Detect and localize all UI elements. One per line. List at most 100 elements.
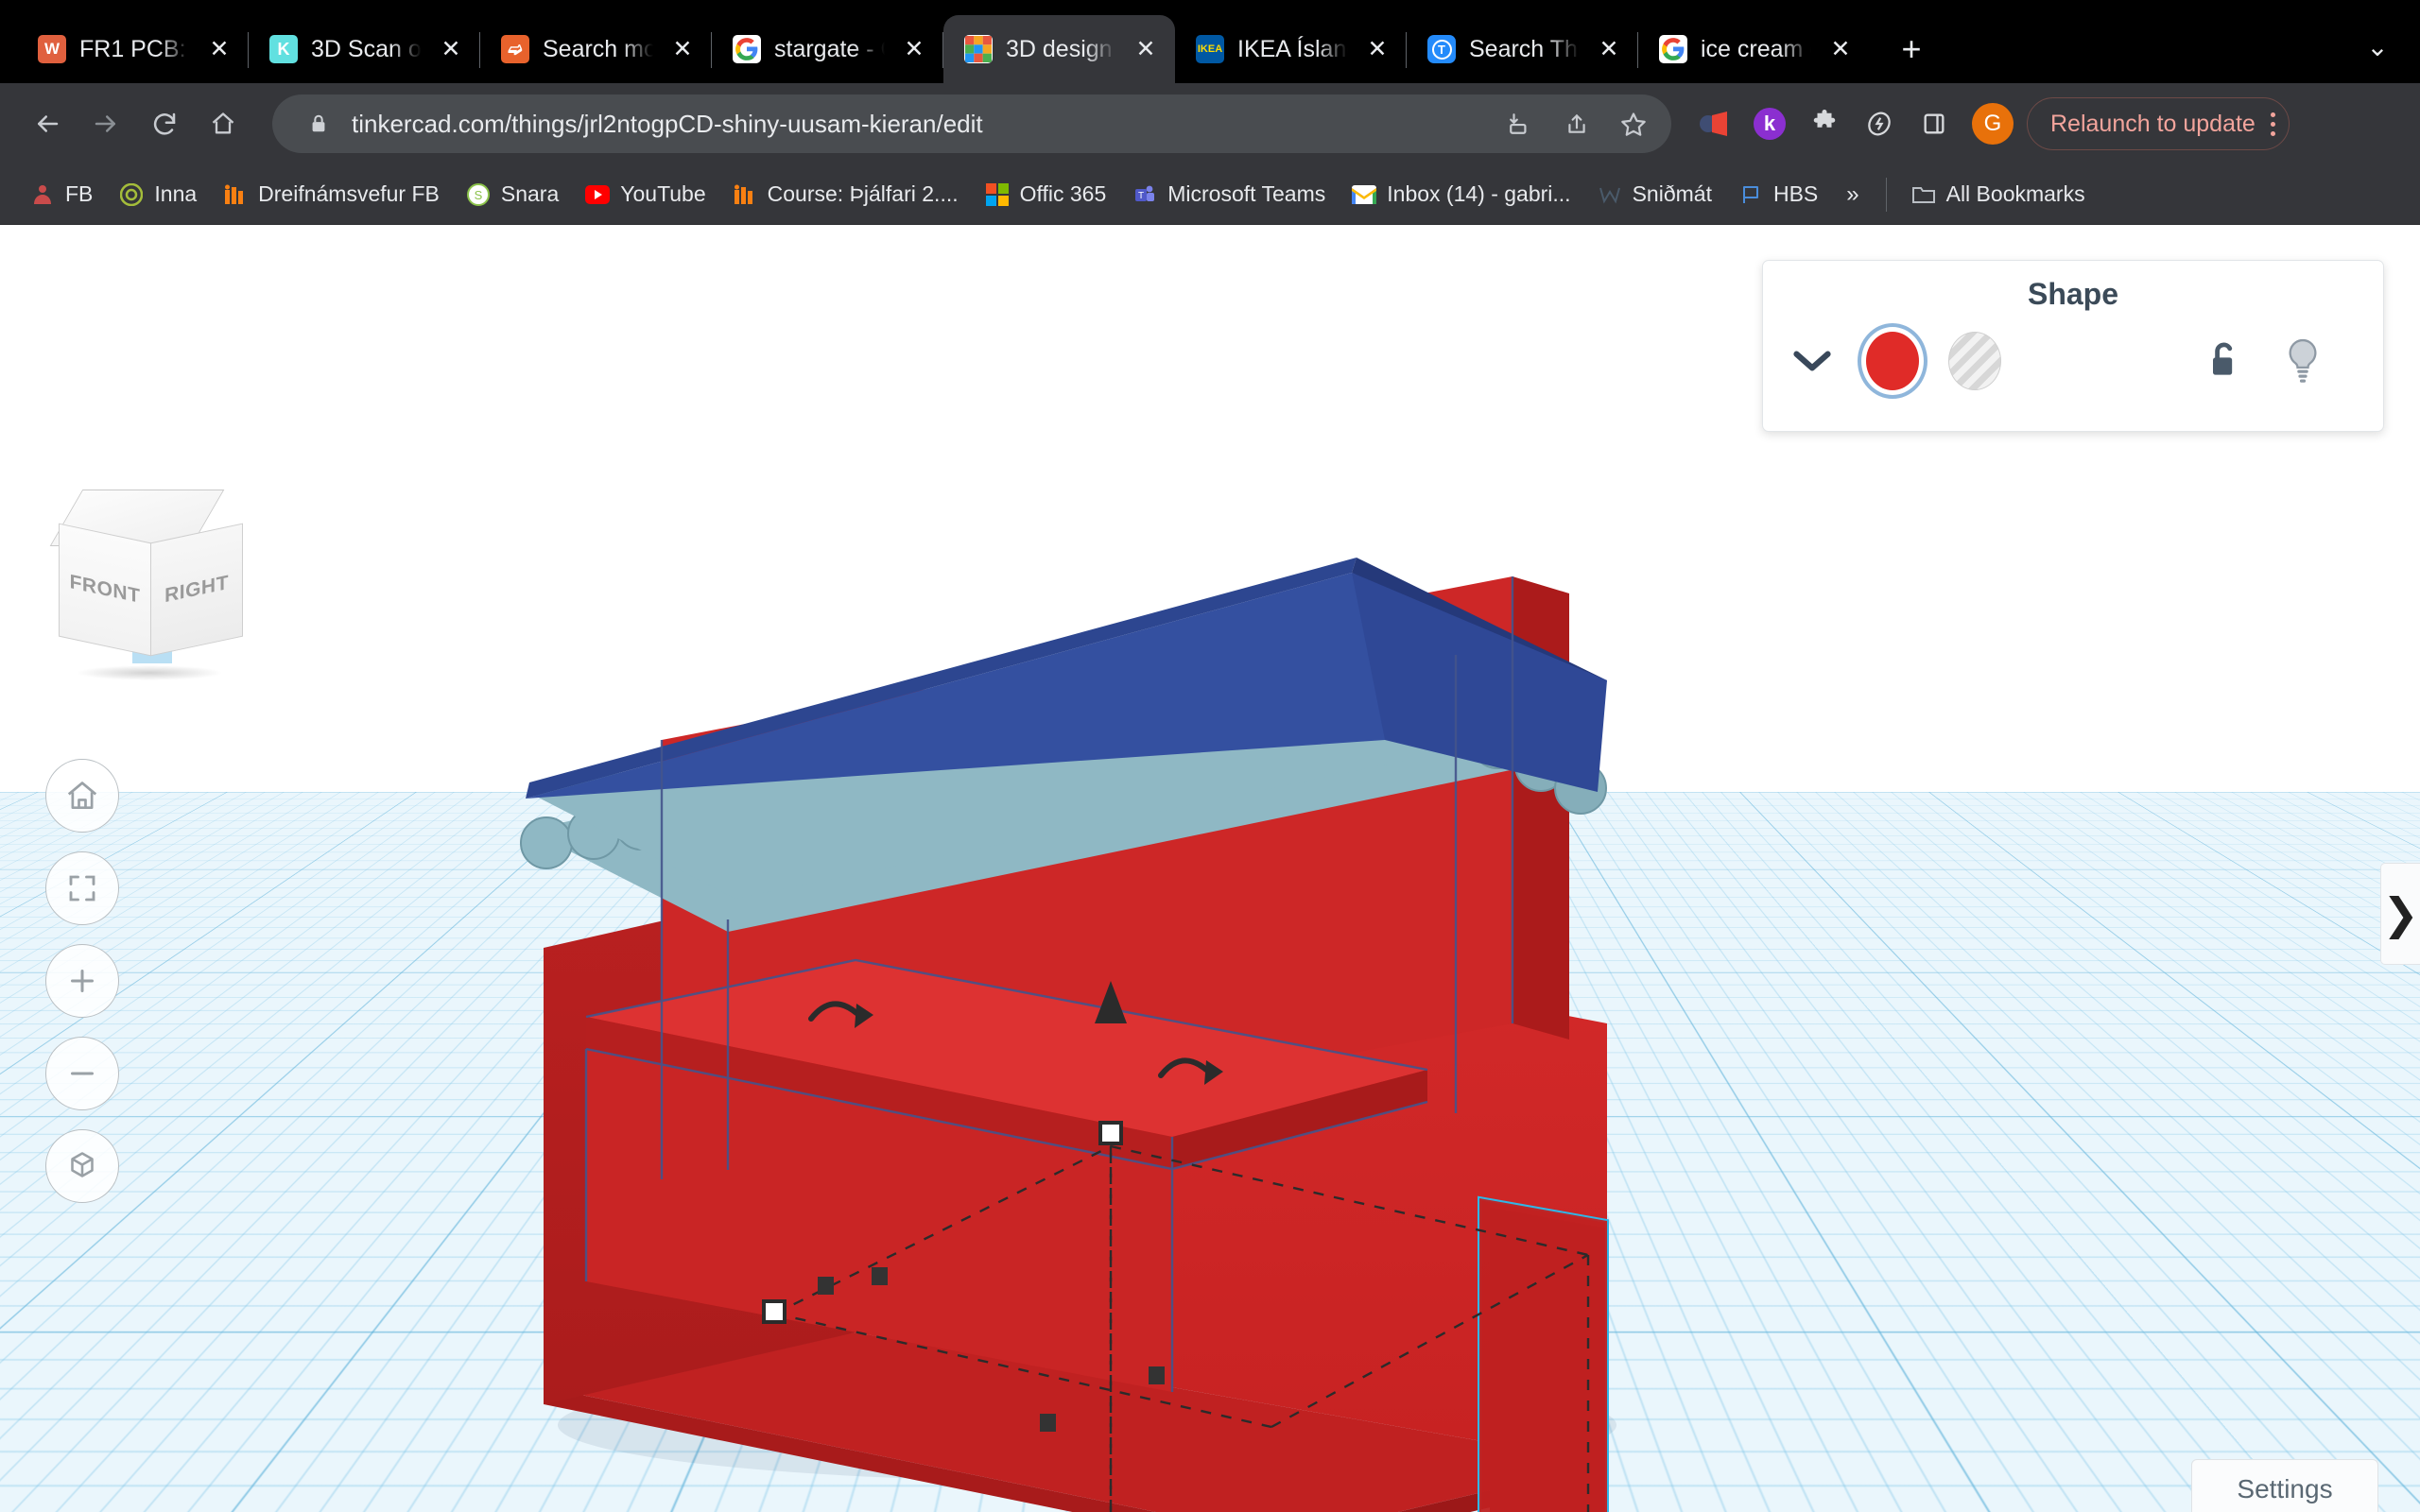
ikea-icon: IKEA <box>1196 35 1224 63</box>
view-cube-right-label: RIGHT <box>164 571 229 608</box>
reload-button[interactable] <box>138 97 191 150</box>
browser-toolbar: tinkercad.com/things/jrl2ntogpCD-shiny-u… <box>0 83 2420 164</box>
url-text[interactable]: tinkercad.com/things/jrl2ntogpCD-shiny-u… <box>335 110 1494 139</box>
all-bookmarks-label: All Bookmarks <box>1945 181 2085 206</box>
bookmark-item[interactable]: HBS <box>1725 172 1831 217</box>
bookmark-label: Inbox (14) - gabri... <box>1387 181 1571 206</box>
install-icon[interactable] <box>1494 97 1547 150</box>
facebook-group-icon <box>30 182 55 207</box>
tab-title: ice cream ca <box>1701 35 1811 62</box>
chevron-down-icon[interactable] <box>1788 348 1837 374</box>
google-icon <box>1659 35 1687 63</box>
bookmark-item[interactable]: Course: Þjálfari 2.... <box>719 172 972 217</box>
youtube-icon <box>585 182 611 207</box>
browser-tab[interactable]: W FR1 PCB: How ✕ <box>17 15 249 83</box>
puzzle-extensions-icon[interactable] <box>1800 99 1849 148</box>
close-tab-button[interactable]: ✕ <box>1593 33 1625 65</box>
tab-title: stargate - Go <box>774 35 885 62</box>
bookmark-label: YouTube <box>620 181 706 206</box>
shape-properties-panel: Shape <box>1762 260 2384 432</box>
browser-tab[interactable]: IKEA IKEA Ísland - ✕ <box>1175 15 1407 83</box>
omnibox-actions <box>1494 97 1660 150</box>
flip-view-button[interactable] <box>45 1129 119 1203</box>
moodle-icon <box>733 182 757 207</box>
zoom-in-button[interactable] <box>45 944 119 1018</box>
settings-button[interactable]: Settings <box>2191 1459 2378 1512</box>
fit-to-view-button[interactable] <box>45 851 119 925</box>
megaphone-extension-icon[interactable] <box>1690 99 1739 148</box>
browser-tab-active[interactable]: 3D design Sh ✕ <box>943 15 1175 83</box>
view-cube-front-face[interactable]: FRONT <box>59 523 151 657</box>
leaf-extension-icon[interactable] <box>1855 99 1904 148</box>
close-tab-button[interactable]: ✕ <box>435 33 467 65</box>
kiri-icon: K <box>269 35 298 63</box>
close-tab-button[interactable]: ✕ <box>666 33 699 65</box>
tab-title: FR1 PCB: How <box>79 35 190 62</box>
browser-tab[interactable]: K 3D Scan on iO ✕ <box>249 15 480 83</box>
close-tab-button[interactable]: ✕ <box>1130 33 1162 65</box>
bookmark-item[interactable]: Inbox (14) - gabri... <box>1339 172 1583 217</box>
tab-title: Search Thing <box>1469 35 1580 62</box>
bookmark-item[interactable]: T Microsoft Teams <box>1119 172 1339 217</box>
close-tab-button[interactable]: ✕ <box>203 33 235 65</box>
back-button[interactable] <box>21 97 74 150</box>
svg-text:T: T <box>1138 191 1144 201</box>
bookmark-label: Sniðmát <box>1632 181 1712 206</box>
lightbulb-icon[interactable] <box>2273 332 2332 390</box>
close-tab-button[interactable]: ✕ <box>1361 33 1393 65</box>
google-icon <box>733 35 761 63</box>
tab-title: 3D Scan on iO <box>311 35 422 62</box>
settings-label: Settings <box>2237 1474 2333 1503</box>
bookmark-item[interactable]: Sniðmát <box>1584 172 1725 217</box>
zoom-out-button[interactable] <box>45 1037 119 1110</box>
kami-extension-icon[interactable]: k <box>1745 99 1794 148</box>
browser-tab[interactable]: T Search Thing ✕ <box>1407 15 1638 83</box>
bookmark-label: Microsoft Teams <box>1167 181 1326 206</box>
bookmark-item[interactable]: Inna <box>106 172 210 217</box>
all-bookmarks-button[interactable]: All Bookmarks <box>1898 172 2099 217</box>
bookmark-item[interactable]: Offic 365 <box>972 172 1120 217</box>
profile-avatar[interactable]: G <box>1972 103 2014 145</box>
browser-tab[interactable]: ➫ Search mode ✕ <box>480 15 712 83</box>
bookmark-label: Offic 365 <box>1019 181 1107 206</box>
bookmark-item[interactable]: FB <box>17 172 106 217</box>
home-button[interactable] <box>197 97 250 150</box>
tab-title: Search mode <box>543 35 653 62</box>
unlock-icon[interactable] <box>2194 332 2253 390</box>
bookmark-item[interactable]: Dreifnámsvefur FB <box>210 172 453 217</box>
tab-search-chevron-icon[interactable]: ⌄ <box>2356 25 2399 68</box>
relaunch-label: Relaunch to update <box>2050 110 2256 137</box>
wikifactory-icon <box>1598 182 1622 207</box>
share-icon[interactable] <box>1550 97 1603 150</box>
view-cube[interactable]: FRONT RIGHT <box>49 490 252 693</box>
inna-target-icon <box>119 182 144 207</box>
view-cube-shadow <box>76 665 223 680</box>
bookmarks-bar: FB Inna Dreifnámsvefur FB S Snara YouTub… <box>0 164 2420 225</box>
address-bar[interactable]: tinkercad.com/things/jrl2ntogpCD-shiny-u… <box>272 94 1671 153</box>
browser-tab[interactable]: stargate - Go ✕ <box>712 15 943 83</box>
sidepanel-icon[interactable] <box>1910 99 1959 148</box>
close-tab-button[interactable]: ✕ <box>898 33 930 65</box>
relaunch-to-update-button[interactable]: Relaunch to update <box>2027 97 2290 150</box>
tab-title: 3D design Sh <box>1006 35 1116 62</box>
chrome-menu-icon[interactable] <box>2270 112 2275 136</box>
browser-tab[interactable]: ice cream ca ✕ <box>1638 15 1870 83</box>
snara-icon: S <box>466 182 491 207</box>
bookmarks-overflow-button[interactable]: » <box>1831 181 1874 208</box>
bookmark-item[interactable]: YouTube <box>572 172 718 217</box>
close-tab-button[interactable]: ✕ <box>1824 33 1857 65</box>
home-view-button[interactable] <box>45 759 119 833</box>
bookmark-item[interactable]: S Snara <box>453 172 572 217</box>
thingiverse-icon: T <box>1427 35 1456 63</box>
view-cube-right-face[interactable]: RIGHT <box>150 523 243 657</box>
toolbar-right-actions: k G Relaunch to update <box>1690 97 2290 150</box>
bookmark-label: FB <box>65 181 94 206</box>
hole-swatch[interactable] <box>1948 332 2001 390</box>
star-icon[interactable] <box>1607 97 1660 150</box>
browser-window: W FR1 PCB: How ✕ K 3D Scan on iO ✕ ➫ Sea… <box>0 0 2420 1512</box>
tinkercad-3d-viewport[interactable]: FRONT RIGHT Shape ❯ Settings <box>0 225 2420 1512</box>
panel-expander-button[interactable]: ❯ <box>2380 863 2420 965</box>
new-tab-button[interactable]: + <box>1883 21 1940 77</box>
solid-color-swatch[interactable] <box>1858 323 1927 399</box>
forward-button[interactable] <box>79 97 132 150</box>
